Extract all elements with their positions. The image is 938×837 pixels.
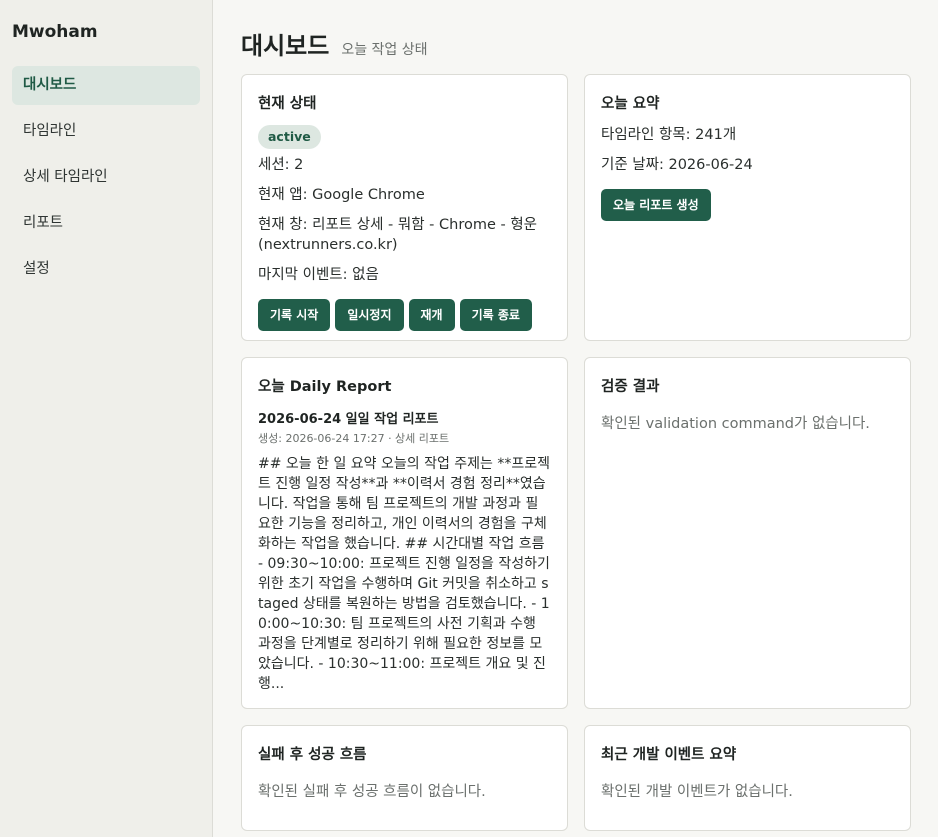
validation-empty-text: 확인된 validation command가 없습니다. xyxy=(601,416,870,432)
last-event-text: 마지막 이벤트: 없음 xyxy=(258,267,379,283)
summary-card-title: 오늘 요약 xyxy=(601,96,660,112)
app-brand: Mwoham xyxy=(12,22,98,42)
failure-flow-empty-text: 확인된 실패 후 성공 흐름이 없습니다. xyxy=(258,784,486,800)
main-content: 대시보드 오늘 작업 상태 현재 상태 active 세션: 2 현재 앱: G… xyxy=(213,0,938,837)
failure-flow-card: 실패 후 성공 흐름 확인된 실패 후 성공 흐름이 없습니다. xyxy=(241,725,568,831)
status-card: 현재 상태 active 세션: 2 현재 앱: Google Chrome 현… xyxy=(241,74,568,341)
pause-button[interactable]: 일시정지 xyxy=(335,299,404,331)
dev-events-card-title: 최근 개발 이벤트 요약 xyxy=(601,747,737,763)
sidebar-item-reports[interactable]: 리포트 xyxy=(12,204,200,243)
session-text: 세션: 2 xyxy=(258,157,304,173)
report-title[interactable]: 2026-06-24 일일 작업 리포트 xyxy=(258,408,551,427)
base-date-text: 기준 날짜: 2026-06-24 xyxy=(601,157,753,173)
current-app-text: 현재 앱: Google Chrome xyxy=(258,187,425,203)
validation-card: 검증 결과 확인된 validation command가 없습니다. xyxy=(584,357,911,709)
dev-events-card: 최근 개발 이벤트 요약 확인된 개발 이벤트가 없습니다. xyxy=(584,725,911,831)
report-meta: 생성: 2026-06-24 17:27 · 상세 리포트 xyxy=(258,432,450,445)
status-card-title: 현재 상태 xyxy=(258,96,317,112)
sidebar-item-dashboard[interactable]: 대시보드 xyxy=(12,66,200,105)
start-recording-button[interactable]: 기록 시작 xyxy=(258,299,331,331)
report-body: ## 오늘 한 일 요약 오늘의 작업 주제는 **프로젝트 진행 일정 작성*… xyxy=(258,456,551,692)
daily-report-card: 오늘 Daily Report 2026-06-24 일일 작업 리포트 생성:… xyxy=(241,357,568,709)
page-title: 대시보드 xyxy=(241,32,330,60)
sidebar: Mwoham 대시보드 타임라인 상세 타임라인 리포트 설정 xyxy=(0,0,213,837)
daily-report-card-title: 오늘 Daily Report xyxy=(258,379,392,395)
failure-flow-card-title: 실패 후 성공 흐름 xyxy=(258,747,367,763)
page-header: 대시보드 오늘 작업 상태 xyxy=(241,26,428,61)
page-subtitle: 오늘 작업 상태 xyxy=(341,42,428,58)
timeline-count-text: 타임라인 항목: 241개 xyxy=(601,127,737,143)
validation-card-title: 검증 결과 xyxy=(601,379,660,395)
summary-card: 오늘 요약 타임라인 항목: 241개 기준 날짜: 2026-06-24 오늘… xyxy=(584,74,911,341)
resume-button[interactable]: 재개 xyxy=(408,299,455,331)
recording-controls: 기록 시작 일시정지 재개 기록 종료 xyxy=(258,299,551,331)
stop-recording-button[interactable]: 기록 종료 xyxy=(459,299,532,331)
current-window-text: 현재 창: 리포트 상세 - 뭐함 - Chrome - 형운 (nextrun… xyxy=(258,217,538,253)
sidebar-item-timeline[interactable]: 타임라인 xyxy=(12,112,200,151)
status-badge: active xyxy=(258,125,321,149)
sidebar-item-detailed-timeline[interactable]: 상세 타임라인 xyxy=(12,158,200,197)
sidebar-item-settings[interactable]: 설정 xyxy=(12,250,200,289)
dev-events-empty-text: 확인된 개발 이벤트가 없습니다. xyxy=(601,784,793,800)
generate-report-button[interactable]: 오늘 리포트 생성 xyxy=(601,189,711,221)
